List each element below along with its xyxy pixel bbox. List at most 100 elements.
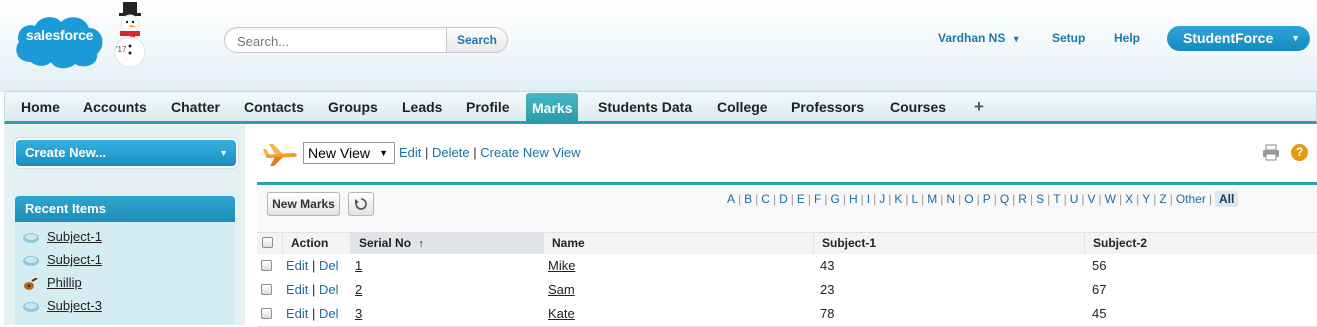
row-name-link[interactable]: Mike xyxy=(548,254,575,278)
alphabet-letter[interactable]: A xyxy=(727,192,735,206)
alphabet-letter[interactable]: D xyxy=(779,192,788,206)
help-link[interactable]: Help xyxy=(1114,31,1140,45)
alphabet-letter[interactable]: P xyxy=(983,192,991,206)
tab-groups[interactable]: Groups xyxy=(328,92,378,122)
table-header: Action Serial No ↑ Name Subject-1 Subjec… xyxy=(257,232,1317,255)
row-checkbox[interactable] xyxy=(261,260,272,271)
alphabet-letter[interactable]: Z xyxy=(1159,192,1166,206)
alphabet-letter[interactable]: W xyxy=(1105,192,1116,206)
row-edit-link[interactable]: Edit xyxy=(286,306,308,321)
list-panel: New Marks A | B | C | D | E | F | G | H | I | J | K | L | M | N | O |… xyxy=(257,182,1317,327)
recent-item[interactable]: Subject-1 xyxy=(23,250,102,270)
column-name[interactable]: Name xyxy=(543,233,813,254)
alphabet-letter[interactable]: R xyxy=(1018,192,1027,206)
recent-item[interactable]: Subject-3 xyxy=(23,296,102,316)
alphabet-letter[interactable]: U xyxy=(1070,192,1079,206)
create-view-link[interactable]: Create New View xyxy=(480,145,580,160)
alphabet-letter[interactable]: V xyxy=(1088,192,1096,206)
tab-contacts[interactable]: Contacts xyxy=(244,92,304,122)
delete-view-link[interactable]: Delete xyxy=(432,145,470,160)
alphabet-letter[interactable]: All xyxy=(1214,191,1239,207)
row-edit-link[interactable]: Edit xyxy=(286,282,308,297)
alphabet-letter[interactable]: Other xyxy=(1176,192,1206,206)
separator: | xyxy=(1047,192,1051,206)
tab-profile[interactable]: Profile xyxy=(466,92,510,122)
recent-item[interactable]: Subject-1 xyxy=(23,227,102,247)
edit-view-link[interactable]: Edit xyxy=(399,145,421,160)
select-all-checkbox[interactable] xyxy=(262,237,273,248)
alphabet-letter[interactable]: T xyxy=(1053,192,1060,206)
chevron-down-icon: ▼ xyxy=(219,148,228,158)
separator: | xyxy=(1169,192,1173,206)
tab-courses[interactable]: Courses xyxy=(890,92,946,122)
separator: | xyxy=(425,145,429,160)
separator: | xyxy=(842,192,846,206)
alphabet-letter[interactable]: S xyxy=(1036,192,1044,206)
separator: | xyxy=(1153,192,1157,206)
separator: | xyxy=(312,282,316,297)
tab-accounts[interactable]: Accounts xyxy=(83,92,147,122)
alphabet-letter[interactable]: K xyxy=(894,192,902,206)
recent-items-header: Recent Items xyxy=(15,196,235,222)
app-switcher-button[interactable]: StudentForce ▼ xyxy=(1167,26,1310,51)
row-checkbox[interactable] xyxy=(261,308,272,319)
search-button[interactable]: Search xyxy=(446,28,507,52)
separator: | xyxy=(755,192,759,206)
row-delete-link[interactable]: Del xyxy=(319,306,339,321)
recent-item-label: Subject-3 xyxy=(47,298,102,313)
recent-item[interactable]: Phillip xyxy=(23,273,82,293)
setup-link[interactable]: Setup xyxy=(1052,31,1085,45)
row-checkbox[interactable] xyxy=(261,284,272,295)
sort-ascending-icon: ↑ xyxy=(418,238,424,250)
alphabet-letter[interactable]: E xyxy=(797,192,805,206)
tab-leads[interactable]: Leads xyxy=(402,92,442,122)
column-serial-no[interactable]: Serial No ↑ xyxy=(350,233,543,254)
row-name-link[interactable]: Kate xyxy=(548,302,575,326)
row-serial-link[interactable]: 3 xyxy=(355,302,362,326)
alphabet-letter[interactable]: G xyxy=(830,192,839,206)
alphabet-letter[interactable]: J xyxy=(879,192,885,206)
alphabet-letter[interactable]: I xyxy=(867,192,870,206)
create-new-label: Create New... xyxy=(25,145,107,160)
separator: | xyxy=(1012,192,1016,206)
row-serial-link[interactable]: 1 xyxy=(355,254,362,278)
print-icon[interactable] xyxy=(1262,144,1280,161)
tab-home[interactable]: Home xyxy=(21,92,60,122)
alphabet-letter[interactable]: X xyxy=(1125,192,1133,206)
create-new-button[interactable]: Create New... ▼ xyxy=(16,140,236,166)
tab-students-data[interactable]: Students Data xyxy=(598,92,692,122)
tab-marks[interactable]: Marks xyxy=(526,93,579,123)
alphabet-letter[interactable]: C xyxy=(761,192,770,206)
tab-college[interactable]: College xyxy=(717,92,768,122)
view-select[interactable]: New View ▼ xyxy=(303,142,395,164)
tab-chatter[interactable]: Chatter xyxy=(171,92,220,122)
separator: | xyxy=(1118,192,1123,206)
row-delete-link[interactable]: Del xyxy=(319,258,339,273)
refresh-icon xyxy=(355,198,367,210)
alphabet-letter[interactable]: H xyxy=(849,192,858,206)
tab-professors[interactable]: Professors xyxy=(791,92,864,122)
alphabet-letter[interactable]: L xyxy=(911,192,918,206)
help-icon[interactable]: ? xyxy=(1291,144,1308,161)
snowman-badge: '17 xyxy=(116,45,127,54)
column-subject-2[interactable]: Subject-2 xyxy=(1084,233,1317,254)
refresh-button[interactable] xyxy=(348,192,374,216)
user-menu[interactable]: Vardhan NS ▼ xyxy=(938,31,1021,45)
row-serial-link[interactable]: 2 xyxy=(355,278,362,302)
search-input[interactable] xyxy=(235,31,444,51)
row-delete-link[interactable]: Del xyxy=(319,282,339,297)
alphabet-letter[interactable]: F xyxy=(814,192,821,206)
alphabet-letter[interactable]: M xyxy=(927,192,937,206)
row-edit-link[interactable]: Edit xyxy=(286,258,308,273)
alphabet-letter[interactable]: Y xyxy=(1142,192,1150,206)
alphabet-letter[interactable]: B xyxy=(744,192,752,206)
separator: | xyxy=(1029,192,1034,206)
new-marks-button[interactable]: New Marks xyxy=(267,192,340,216)
recent-item-label: Subject-1 xyxy=(47,229,102,244)
alphabet-letter[interactable]: Q xyxy=(1000,192,1009,206)
column-subject-1[interactable]: Subject-1 xyxy=(813,233,1084,254)
alphabet-letter[interactable]: N xyxy=(946,192,955,206)
add-tab-icon[interactable]: + xyxy=(974,92,984,122)
alphabet-letter[interactable]: O xyxy=(964,192,973,206)
row-name-link[interactable]: Sam xyxy=(548,278,575,302)
